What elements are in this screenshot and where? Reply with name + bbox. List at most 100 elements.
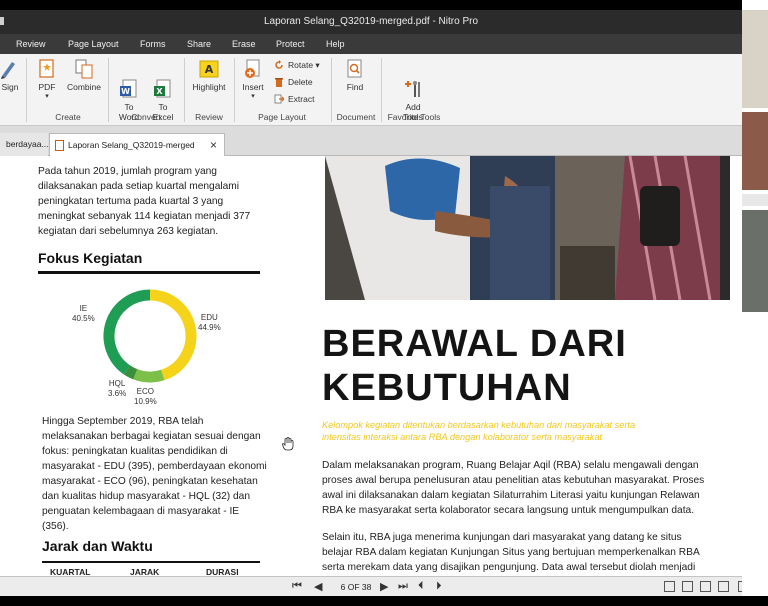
section-title-line1: BERAWAL DARI (322, 323, 627, 365)
ribbon-separator (108, 58, 109, 122)
table-header-kuartal: KUARTAL (50, 567, 91, 576)
status-bar: ⏮ ◀ 6 OF 38 ▶ ⏭ ⏴ ⏵ (0, 576, 768, 596)
insert-button[interactable]: Insert ▾ (238, 58, 268, 102)
tab-previous-label: berdayaa... (6, 139, 48, 149)
find-button[interactable]: Find (338, 58, 372, 92)
search-icon (345, 58, 365, 80)
body-line: dan kualitas hidup masyarakat - HQL (32)… (42, 491, 251, 502)
quicksign-button[interactable]: Sign (0, 58, 20, 92)
body-line: masyarakat - EDU (395), pemberdayaan eko… (42, 461, 267, 472)
background-thumbnail (742, 210, 768, 312)
subtitle-line: intensitas interaksi antara RBA dengan k… (322, 432, 603, 442)
previous-page-button[interactable]: ◀ (314, 580, 322, 593)
group-create-label: Create (55, 112, 81, 122)
menu-share[interactable]: Share (187, 39, 211, 49)
facing-view-button[interactable] (700, 581, 711, 592)
svg-text:A: A (205, 63, 214, 76)
ribbon-separator (234, 58, 235, 122)
group-favorite-tools-label: Favorite Tools (387, 112, 441, 122)
paragraph-line: serta merekam data yang disajikan pengun… (322, 562, 696, 573)
svg-text:X: X (156, 87, 163, 96)
pdf-label: PDF (38, 82, 56, 92)
extract-label: Extract (288, 94, 315, 104)
create-pdf-button[interactable]: PDF ▾ (34, 58, 60, 102)
bottom-border (0, 596, 768, 606)
body-line: Hingga September 2019, RBA telah (42, 416, 204, 427)
menu-help[interactable]: Help (326, 39, 345, 49)
menu-review[interactable]: Review (16, 39, 46, 49)
donut-slice-hql (123, 365, 138, 380)
section-title-line2: KEBUTUHAN (322, 367, 572, 409)
body-line: masyarakat - ECO (96), peningkatan keseh… (42, 476, 258, 487)
rotate-icon (274, 60, 284, 70)
extract-button[interactable]: Extract (274, 92, 314, 106)
last-page-button[interactable]: ⏭ (398, 580, 408, 593)
paragraph-line: Dalam melaksanakan program, Ruang Belaja… (322, 460, 699, 471)
paragraph-line: Selain itu, RBA juga menerima kunjungan … (322, 532, 682, 543)
menu-page-layout[interactable]: Page Layout (68, 39, 119, 49)
ribbon-separator (381, 58, 382, 122)
tab-previous-document[interactable]: berdayaa... (0, 133, 48, 156)
intro-line: peningkatan tertuma pada kuartal 3 yang (38, 196, 224, 207)
table-header-jarak: JARAK (130, 567, 160, 576)
intro-line: Pada tahun 2019, jumlah program yang (38, 166, 217, 177)
body-line: fokus: peningkatan kualitas pendidikan d… (42, 446, 228, 457)
excel-icon: X (153, 68, 173, 98)
extract-icon (274, 94, 285, 104)
highlight-button[interactable]: A Highlight (188, 58, 230, 92)
combine-label: Combine (66, 82, 102, 92)
first-page-button[interactable]: ⏮ (292, 580, 302, 593)
back-view-button[interactable]: ⏴ (418, 580, 424, 593)
dropdown-arrow-icon: ▾ (251, 93, 255, 100)
intro-line: kegiatan dari sebelumnya 263 kegiatan. (38, 226, 219, 237)
next-page-button[interactable]: ▶ (380, 580, 388, 593)
tab-active-label: Laporan Selang_Q32019-merged (68, 140, 195, 150)
group-review-label: Review (195, 112, 223, 122)
document-tab-bar: berdayaa... Laporan Selang_Q32019-merged… (0, 126, 742, 156)
donut-slice-eco (133, 369, 165, 383)
new-pdf-icon (37, 58, 57, 80)
combine-button[interactable]: Combine (64, 58, 104, 92)
table-header-durasi: DURASI (206, 567, 239, 576)
body-line: (356). (42, 521, 69, 532)
forward-view-button[interactable]: ⏵ (436, 580, 442, 593)
single-page-view-button[interactable] (664, 581, 675, 592)
menu-protect[interactable]: Protect (276, 39, 305, 49)
ribbon-separator (26, 58, 27, 122)
delete-button[interactable]: Delete (274, 75, 313, 89)
background-thumbnail (742, 10, 768, 108)
group-page-layout-label: Page Layout (258, 112, 306, 122)
delete-label: Delete (288, 77, 313, 87)
subtitle-line: Kelompok kegiatan ditentukan berdasarkan… (322, 420, 636, 430)
chart-label-ie: IE 40.5% (72, 304, 95, 323)
menu-erase[interactable]: Erase (232, 39, 256, 49)
table-top-rule (42, 561, 260, 563)
close-icon[interactable]: × (210, 138, 217, 152)
photo-people (325, 156, 730, 300)
quicksign-label: Sign (1, 82, 19, 92)
word-icon: W (119, 68, 139, 98)
menu-forms[interactable]: Forms (140, 39, 166, 49)
highlight-label: Highlight (192, 82, 226, 92)
insert-page-icon (243, 58, 263, 80)
insert-label: Insert (242, 82, 264, 92)
document-view[interactable]: Pada tahun 2019, jumlah program yang dil… (0, 156, 742, 576)
continuous-view-button[interactable] (682, 581, 693, 592)
donut-slice-ie (103, 289, 151, 375)
ribbon: Sign PDF ▾ Combine Create W To Word X To… (0, 54, 742, 126)
rotate-button[interactable]: Rotate ▾ (274, 58, 320, 72)
paragraph-line: proses awal berupa penelusuran atau pene… (322, 475, 705, 486)
fit-width-button[interactable] (718, 581, 729, 592)
title-bar: Laporan Selang_Q32019-merged.pdf - Nitro… (0, 10, 742, 34)
hand-cursor-icon (282, 437, 294, 451)
group-convert-label: Convert (131, 112, 161, 122)
heading-jarak-waktu: Jarak dan Waktu (42, 538, 153, 554)
pdf-file-icon (55, 140, 64, 151)
find-label: Find (346, 82, 364, 92)
dropdown-arrow-icon: ▾ (45, 93, 49, 100)
tab-active-document[interactable]: Laporan Selang_Q32019-merged × (49, 133, 225, 156)
group-document-label: Document (336, 112, 376, 122)
chart-label-hql: HQL 3.6% (108, 379, 127, 398)
page-indicator[interactable]: 6 OF 38 (336, 580, 376, 594)
intro-line: meningkat sebanyak 114 kegiatan menjadi … (38, 211, 251, 222)
